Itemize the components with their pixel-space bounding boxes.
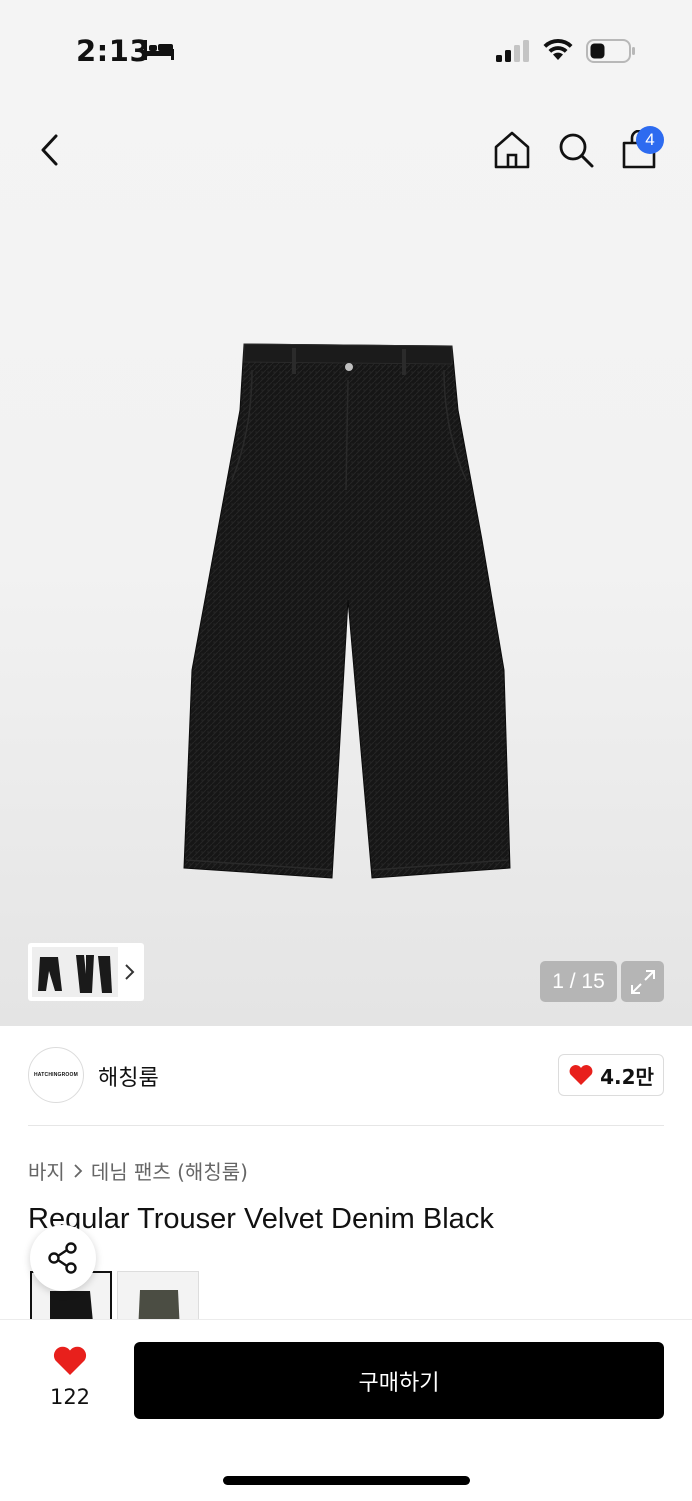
brand-name[interactable]: 해칭룸 bbox=[98, 1060, 159, 1092]
divider bbox=[28, 1125, 664, 1126]
share-button[interactable] bbox=[30, 1225, 96, 1291]
thumbnail-image bbox=[32, 947, 118, 997]
brand-like-button[interactable]: 4.2만 bbox=[558, 1054, 664, 1096]
chevron-right-icon[interactable] bbox=[124, 963, 136, 981]
battery-icon bbox=[586, 39, 635, 63]
breadcrumb-category[interactable]: 바지 bbox=[28, 1156, 65, 1185]
back-icon[interactable] bbox=[34, 130, 64, 170]
bed-icon bbox=[144, 40, 174, 60]
heart-icon[interactable] bbox=[52, 1345, 88, 1377]
buy-button[interactable]: 구매하기 bbox=[134, 1342, 664, 1419]
expand-icon bbox=[630, 969, 655, 994]
product-like-count: 122 bbox=[49, 1385, 91, 1409]
brand-like-count: 4.2만 bbox=[600, 1064, 654, 1089]
signal-icon bbox=[496, 40, 529, 62]
heart-icon bbox=[569, 1065, 593, 1085]
thumbnail-strip[interactable] bbox=[28, 943, 144, 1001]
share-icon bbox=[48, 1242, 77, 1274]
image-page-counter: 1 / 15 bbox=[540, 961, 617, 1002]
home-icon[interactable] bbox=[492, 130, 532, 170]
wifi-icon bbox=[543, 38, 573, 60]
home-indicator[interactable] bbox=[223, 1476, 470, 1485]
chevron-right-icon bbox=[74, 1163, 83, 1178]
breadcrumb-subcategory[interactable]: 데님 팬츠 (해칭룸) bbox=[91, 1156, 248, 1185]
breadcrumb: 바지 데님 팬츠 (해칭룸) bbox=[28, 1156, 248, 1185]
product-image-pants[interactable] bbox=[182, 340, 514, 884]
expand-button[interactable] bbox=[621, 961, 664, 1002]
status-time: 2:13 bbox=[76, 34, 151, 68]
search-icon[interactable] bbox=[556, 130, 596, 170]
cart-count-badge: 4 bbox=[636, 126, 664, 154]
product-title: Regular Trouser Velvet Denim Black bbox=[28, 1203, 494, 1235]
brand-logo[interactable]: HATCHINGROOM bbox=[28, 1047, 84, 1103]
